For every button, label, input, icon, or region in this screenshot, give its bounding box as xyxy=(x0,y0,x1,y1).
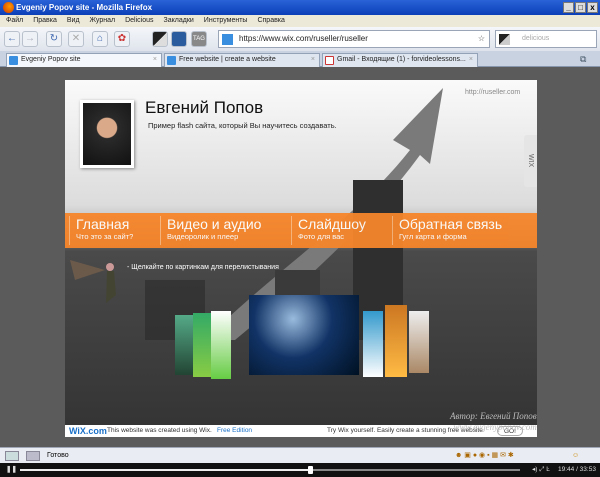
nav-title: Главная xyxy=(76,216,130,232)
window-title: Evgeniy Popov site - Mozilla Firefox xyxy=(16,3,153,12)
watermark-line: Автор: Евгений Попов xyxy=(450,411,537,421)
tab-free-website[interactable]: Free website | create a website × xyxy=(164,53,320,67)
bookmark-star-icon[interactable]: ☆ xyxy=(478,31,485,47)
gallery-image-active[interactable] xyxy=(249,295,359,375)
bookmarks-icon[interactable] xyxy=(171,31,187,47)
status-bar: Готово ☻ ▣ ● ◉ ▪ ▦ ✉ ✱ ☺ xyxy=(0,447,600,463)
gallery-image[interactable] xyxy=(409,311,429,373)
url-text: https://www.wix.com/ruseller/ruseller xyxy=(239,34,368,43)
firefox-icon xyxy=(3,2,14,13)
video-player-bar: ❚❚ ◂) ⤢ Ŀ 19:44 / 33:53 xyxy=(0,463,600,477)
nav-title: Слайдшоу xyxy=(298,216,366,232)
extension-icon[interactable]: ✿ xyxy=(114,31,130,47)
menu-delicious[interactable]: Delicious xyxy=(125,15,153,27)
tab-bar: Evgeniy Popov site × Free website | creat… xyxy=(0,51,600,67)
reload-icon[interactable]: ↻ xyxy=(46,31,62,47)
menu-history[interactable]: Журнал xyxy=(90,15,116,27)
fairy-graphic xyxy=(70,260,116,303)
seek-handle[interactable] xyxy=(308,466,313,474)
site-title: Евгений Попов xyxy=(145,98,264,117)
gallery-image[interactable] xyxy=(193,313,211,377)
nav-subtitle: Видеоролик и плеер xyxy=(167,232,239,241)
menu-file[interactable]: Файл xyxy=(6,15,23,27)
close-tab-icon[interactable]: × xyxy=(469,54,473,66)
gallery-hint: - Щелкайте по картинкам для перелистыван… xyxy=(127,264,279,271)
menu-help[interactable]: Справка xyxy=(257,15,284,27)
status-icon[interactable] xyxy=(26,451,40,461)
status-icon[interactable] xyxy=(5,451,19,461)
free-edition-link[interactable]: Free Edition xyxy=(217,425,252,437)
nav-home[interactable]: Главная Что это за сайт? xyxy=(69,216,133,245)
menu-tools[interactable]: Инструменты xyxy=(204,15,248,27)
smiley-icon[interactable]: ☺ xyxy=(572,448,579,463)
gmail-favicon xyxy=(325,56,334,65)
maximize-button[interactable]: □ xyxy=(575,2,586,13)
url-input[interactable]: https://www.wix.com/ruseller/ruseller ☆ xyxy=(218,30,490,48)
search-placeholder: delicious xyxy=(522,35,550,42)
nav-title: Обратная связь xyxy=(399,216,503,232)
forward-icon[interactable]: → xyxy=(22,31,38,47)
nav-video[interactable]: Видео и аудио Видеоролик и плеер xyxy=(160,216,261,245)
nav-title: Видео и аудио xyxy=(167,216,262,232)
wix-favicon xyxy=(167,56,176,65)
status-text: Готово xyxy=(47,452,69,459)
menu-bar: Файл Правка Вид Журнал Delicious Закладк… xyxy=(0,15,600,27)
addon-icons[interactable]: ☻ ▣ ● ◉ ▪ ▦ ✉ ✱ xyxy=(455,448,514,463)
photo-gallery[interactable] xyxy=(175,295,440,390)
home-icon[interactable]: ⌂ xyxy=(92,31,108,47)
gallery-image[interactable] xyxy=(211,311,231,379)
site-nav: Главная Что это за сайт? Видео и аудио Вид… xyxy=(65,213,537,248)
list-tabs-icon[interactable]: ⧉ xyxy=(580,54,586,65)
wix-logo[interactable]: WiX.com xyxy=(69,425,107,437)
menu-bookmarks[interactable]: Закладки xyxy=(164,15,194,27)
wix-site: http://ruseller.com Евгений Попов Пример… xyxy=(65,80,537,437)
window-titlebar: Evgeniy Popov site - Mozilla Firefox _ □… xyxy=(0,0,600,15)
watermark-line: www.evgenypopov.com xyxy=(453,422,537,432)
wix-favicon xyxy=(9,56,18,65)
stop-icon[interactable]: ✕ xyxy=(68,31,84,47)
tab-label: Evgeniy Popov site xyxy=(21,56,81,63)
tab-label: Free website | create a website xyxy=(179,56,276,63)
site-tagline: Пример flash сайта, который Вы научитесь… xyxy=(148,121,337,130)
nav-subtitle: Что это за сайт? xyxy=(76,232,134,241)
nav-subtitle: Гугл карта и форма xyxy=(399,232,467,241)
video-seek-bar[interactable] xyxy=(20,466,520,474)
search-input[interactable]: delicious xyxy=(495,30,597,48)
nav-contact[interactable]: Обратная связь Гугл карта и форма xyxy=(392,216,502,245)
nav-subtitle: Фото для вас xyxy=(298,232,345,241)
close-button[interactable]: x xyxy=(587,2,598,13)
delicious-icon[interactable] xyxy=(152,31,168,47)
minimize-button[interactable]: _ xyxy=(563,2,574,13)
volume-icon[interactable]: ◂) ⤢ Ŀ xyxy=(532,463,550,477)
tab-evgeniy-popov[interactable]: Evgeniy Popov site × xyxy=(6,53,162,67)
video-time: 19:44 / 33:53 xyxy=(558,466,596,473)
wix-credit-text: This website was created using Wix. xyxy=(107,427,212,434)
gallery-image[interactable] xyxy=(175,315,193,375)
close-tab-icon[interactable]: × xyxy=(153,54,157,66)
menu-view[interactable]: Вид xyxy=(67,15,80,27)
tab-gmail[interactable]: Gmail - Входящие (1) - forvideolessons..… xyxy=(322,53,478,67)
gallery-image[interactable] xyxy=(385,305,407,377)
tab-label: Gmail - Входящие (1) - forvideolessons..… xyxy=(337,56,466,63)
nav-slideshow[interactable]: Слайдшоу Фото для вас xyxy=(291,216,366,245)
search-engine-icon[interactable] xyxy=(499,34,510,45)
gallery-image[interactable] xyxy=(363,311,383,377)
back-icon[interactable]: ← xyxy=(4,31,20,47)
menu-edit[interactable]: Правка xyxy=(33,15,57,27)
site-url-link[interactable]: http://ruseller.com xyxy=(465,89,520,96)
tag-icon[interactable]: TAG xyxy=(191,31,207,47)
pause-icon[interactable]: ❚❚ xyxy=(6,463,17,477)
wix-side-tab[interactable]: WIX xyxy=(524,135,537,187)
profile-photo xyxy=(80,100,134,168)
site-favicon xyxy=(222,34,233,45)
close-tab-icon[interactable]: × xyxy=(311,54,315,66)
author-watermark: Автор: Евгений Попов www.evgenypopov.com xyxy=(450,411,537,433)
